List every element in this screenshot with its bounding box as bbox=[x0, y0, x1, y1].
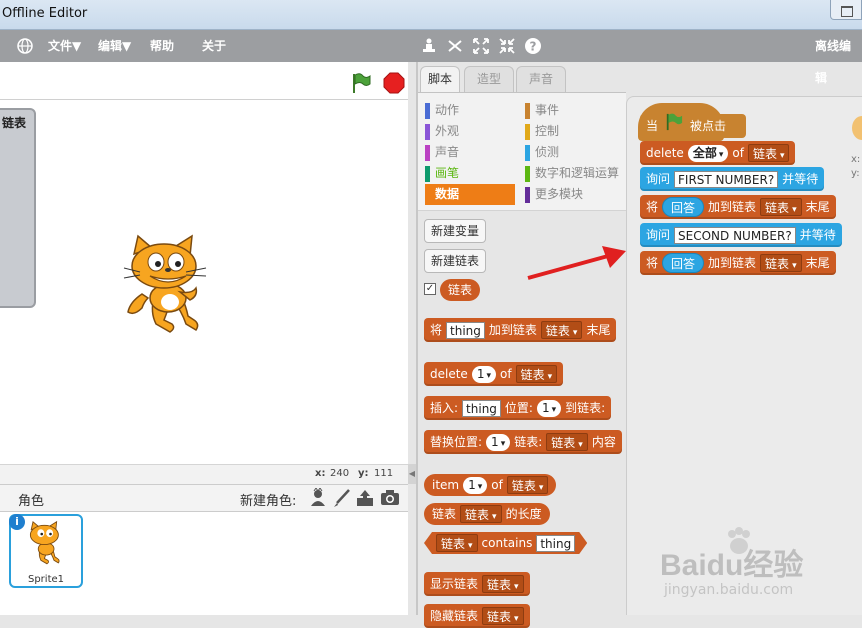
paint-brush-icon[interactable] bbox=[332, 488, 352, 511]
category-control[interactable]: 控制 bbox=[525, 121, 623, 142]
make-list-button[interactable]: 新建链表 bbox=[424, 249, 487, 273]
category-sensing[interactable]: 侦测 bbox=[525, 142, 623, 163]
show-list-block[interactable]: 显示链表 链表 bbox=[424, 572, 530, 596]
coord-y-label: y: bbox=[358, 468, 369, 479]
stage-header bbox=[0, 62, 408, 100]
sprite-cat[interactable] bbox=[120, 232, 220, 340]
stop-icon[interactable] bbox=[383, 72, 405, 97]
replace-item-block[interactable]: 替换位置:1链表:链表内容 bbox=[424, 430, 622, 454]
hide-list-block[interactable]: 隐藏链表 链表 bbox=[424, 604, 530, 628]
category-events[interactable]: 事件 bbox=[525, 100, 623, 121]
upload-sprite-icon[interactable] bbox=[355, 488, 375, 511]
sprite-name: Sprite1 bbox=[27, 574, 65, 585]
watermark-url: jingyan.baidu.com bbox=[664, 582, 794, 598]
tab-sounds[interactable]: 声音 bbox=[516, 66, 566, 92]
right-title: 离线编辑 bbox=[815, 39, 852, 85]
category-sound[interactable]: 声音 bbox=[425, 142, 515, 163]
script-ask-first-block[interactable]: 询问 FIRST NUMBER? 并等待 bbox=[640, 167, 825, 191]
list-visible-checkbox[interactable]: ✓ bbox=[424, 283, 436, 295]
delete-of-list-block[interactable]: delete1of链表 bbox=[424, 362, 564, 386]
coord-x-label: x: bbox=[315, 468, 326, 479]
svg-text:?: ? bbox=[530, 40, 537, 54]
menu-edit[interactable]: 编辑▼ bbox=[98, 30, 131, 62]
info-icon[interactable]: i bbox=[9, 514, 25, 530]
shrink-icon[interactable] bbox=[498, 37, 516, 55]
category-data[interactable]: 数据 bbox=[425, 184, 515, 205]
category-operators[interactable]: 数字和逻辑运算 bbox=[525, 163, 623, 184]
category-pen[interactable]: 画笔 bbox=[425, 163, 515, 184]
duplicate-icon[interactable] bbox=[420, 37, 438, 55]
script-ask-second-block[interactable]: 询问 SECOND NUMBER? 并等待 bbox=[640, 223, 842, 247]
script-add-answer-block-2[interactable]: 将回答加到链表链表末尾 bbox=[640, 251, 836, 275]
item-of-list-block[interactable]: item1of链表 bbox=[424, 474, 557, 496]
camera-icon[interactable] bbox=[380, 488, 400, 511]
block-categories: 动作 外观 声音 画笔 数据 事件 控制 侦测 数字和逻辑运算 更多模块 bbox=[418, 92, 626, 210]
add-to-list-block[interactable]: 将thing加到链表链表末尾 bbox=[424, 318, 617, 342]
coord-x-value: 240 bbox=[330, 468, 350, 479]
menu-bar: 文件▼ 编辑▼ 帮助 关于 ? 离线编辑 bbox=[0, 30, 862, 85]
green-flag-icon[interactable] bbox=[350, 72, 372, 97]
sprites-title: 角色 bbox=[18, 494, 45, 509]
category-motion[interactable]: 动作 bbox=[425, 100, 515, 121]
sprite-tile[interactable]: i Sprite1 bbox=[9, 514, 83, 588]
sprite-library-icon[interactable] bbox=[308, 487, 328, 511]
collapse-stage-tab[interactable]: ◀ bbox=[408, 464, 416, 484]
script-delete-block[interactable]: delete全部of链表 bbox=[640, 141, 796, 165]
insert-at-list-block[interactable]: 插入:thing位置:1到链表: bbox=[424, 396, 612, 420]
sprite-y-label: y: bbox=[851, 168, 860, 179]
list-contains-block[interactable]: 链表containsthing bbox=[424, 532, 587, 554]
menu-about[interactable]: 关于 bbox=[202, 30, 226, 62]
list-monitor[interactable]: 链表 bbox=[0, 108, 36, 308]
cut-icon[interactable] bbox=[446, 37, 464, 55]
watermark-brand: Baidu经验 bbox=[660, 549, 804, 582]
length-of-list-block[interactable]: 链表链表的长度 bbox=[424, 503, 550, 525]
coord-y-value: 111 bbox=[374, 468, 394, 479]
list-reporter-block[interactable]: 链表 bbox=[440, 279, 481, 301]
tab-scripts[interactable]: 脚本 bbox=[420, 66, 460, 93]
sprite-x-label: x: bbox=[851, 154, 861, 165]
list-monitor-label: 链表 bbox=[2, 116, 27, 130]
sprite-pane-header: 角色 新建角色: bbox=[0, 484, 408, 512]
title-bar: Offline Editor bbox=[0, 0, 862, 30]
green-flag-icon bbox=[664, 113, 684, 139]
window-title: Offline Editor bbox=[2, 6, 88, 21]
maximize-button[interactable] bbox=[830, 0, 862, 20]
help-icon[interactable]: ? bbox=[524, 37, 542, 55]
tab-costumes[interactable]: 造型 bbox=[464, 66, 514, 92]
script-add-answer-block-1[interactable]: 将回答加到链表链表末尾 bbox=[640, 195, 836, 219]
mouse-coords-bar: x: 240 y: 111 bbox=[0, 464, 408, 484]
category-looks[interactable]: 外观 bbox=[425, 121, 515, 142]
when-flag-clicked-block[interactable]: 当 被点击 bbox=[640, 113, 746, 139]
baidu-watermark: Baidu经验 jingyan.baidu.com bbox=[660, 520, 860, 610]
menu-file[interactable]: 文件▼ bbox=[48, 30, 81, 62]
globe-icon[interactable] bbox=[16, 37, 34, 55]
sprite-info-thumbnail bbox=[848, 106, 862, 149]
category-more-blocks[interactable]: 更多模块 bbox=[525, 184, 623, 205]
sprite-thumbnail bbox=[25, 520, 69, 569]
make-variable-button[interactable]: 新建变量 bbox=[424, 219, 487, 243]
red-arrow-annotation bbox=[526, 244, 632, 287]
grow-icon[interactable] bbox=[472, 37, 490, 55]
new-sprite-label: 新建角色: bbox=[240, 494, 297, 509]
menu-help[interactable]: 帮助 bbox=[150, 30, 174, 62]
